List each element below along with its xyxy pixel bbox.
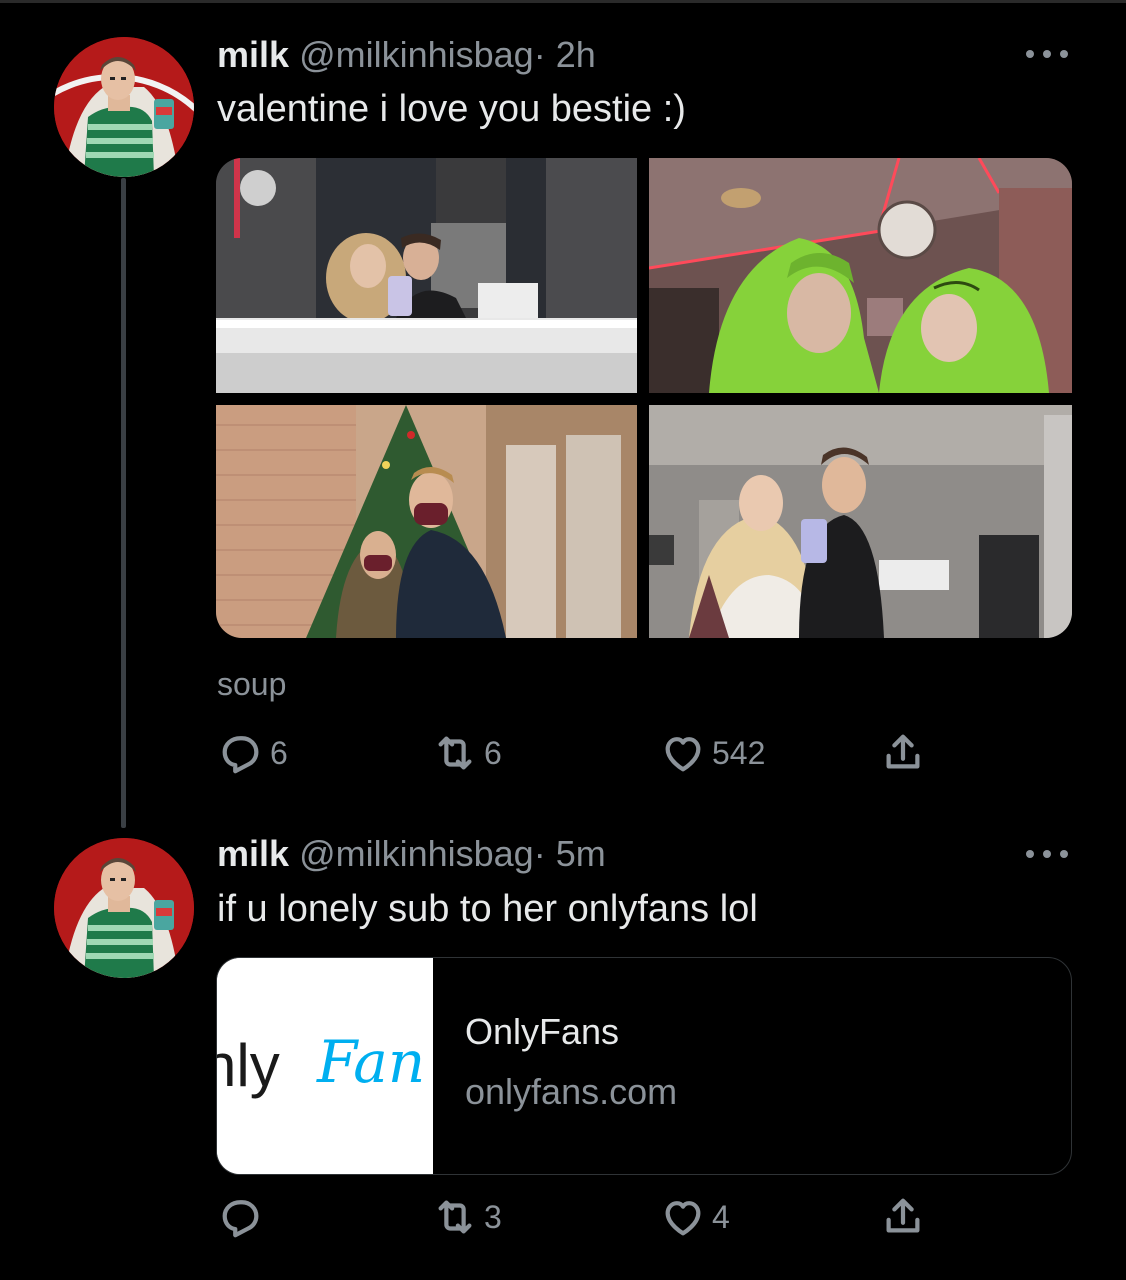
reply-count: 6 — [270, 734, 288, 771]
like-button[interactable]: 4 — [660, 1192, 730, 1242]
tweet-text: valentine i love you bestie :) — [217, 88, 686, 130]
tweet-header: milk @milkinhisbag· 2h — [217, 33, 596, 77]
reply-icon — [222, 1200, 259, 1238]
share-button[interactable] — [880, 1192, 926, 1242]
timeline: milk @milkinhisbag· 2h valentine i love … — [0, 0, 1126, 1280]
tweet[interactable]: milk @milkinhisbag· 5m if u lonely sub t… — [0, 820, 1126, 1280]
share-button[interactable] — [880, 728, 926, 778]
share-icon — [886, 734, 920, 769]
tweet-photo[interactable] — [216, 158, 637, 393]
avatar-image — [54, 37, 194, 177]
reply-button[interactable] — [218, 1192, 270, 1242]
heart-icon — [665, 1201, 701, 1236]
like-count: 542 — [712, 734, 766, 771]
retweet-icon — [438, 736, 472, 770]
link-card-domain: onlyfans.com — [465, 1071, 678, 1112]
image-caption: soup — [217, 666, 287, 702]
reply-icon — [222, 736, 259, 774]
like-count: 4 — [712, 1198, 730, 1235]
photo-grid — [216, 158, 1072, 638]
reply-button[interactable]: 6 — [218, 728, 288, 778]
tweet-photo[interactable] — [216, 405, 637, 638]
link-card[interactable]: nly Fan OnlyFans onlyfans.com — [216, 957, 1072, 1175]
link-card-title: OnlyFans — [465, 1011, 620, 1052]
display-name[interactable]: milk — [217, 34, 289, 75]
tweet-header: milk @milkinhisbag· 5m — [217, 832, 606, 876]
more-icon[interactable] — [1026, 46, 1068, 62]
timestamp[interactable]: 2h — [556, 34, 596, 75]
avatar[interactable] — [54, 37, 194, 177]
tweet[interactable]: milk @milkinhisbag· 2h valentine i love … — [0, 0, 1126, 828]
avatar-image — [54, 838, 194, 978]
like-button[interactable]: 542 — [660, 728, 765, 778]
time-separator: · — [533, 833, 546, 874]
user-handle[interactable]: @milkinhisbag — [299, 833, 534, 874]
heart-icon — [665, 737, 701, 772]
retweet-button[interactable]: 6 — [432, 728, 502, 778]
avatar[interactable] — [54, 838, 194, 978]
retweet-count: 6 — [484, 734, 502, 771]
more-icon[interactable] — [1026, 846, 1068, 862]
timestamp[interactable]: 5m — [556, 833, 606, 874]
tweet-text: if u lonely sub to her onlyfans lol — [217, 888, 758, 930]
link-card-thumbnail: nly Fan — [217, 958, 433, 1174]
share-icon — [886, 1198, 920, 1233]
tweet-actions: 6 6 542 — [0, 728, 1126, 778]
retweet-icon — [438, 1200, 472, 1234]
display-name[interactable]: milk — [217, 833, 289, 874]
user-handle[interactable]: @milkinhisbag — [299, 34, 534, 75]
time-separator: · — [533, 34, 546, 75]
retweet-button[interactable]: 3 — [432, 1192, 502, 1242]
logo-text-accent: Fan — [316, 1028, 425, 1096]
logo-text-primary: nly — [217, 1032, 280, 1099]
retweet-count: 3 — [484, 1198, 502, 1235]
tweet-actions: 3 4 — [0, 1192, 1126, 1242]
onlyfans-logo: nly Fan — [217, 958, 433, 1174]
tweet-photo[interactable] — [649, 405, 1072, 638]
tweet-photo[interactable] — [649, 158, 1072, 393]
